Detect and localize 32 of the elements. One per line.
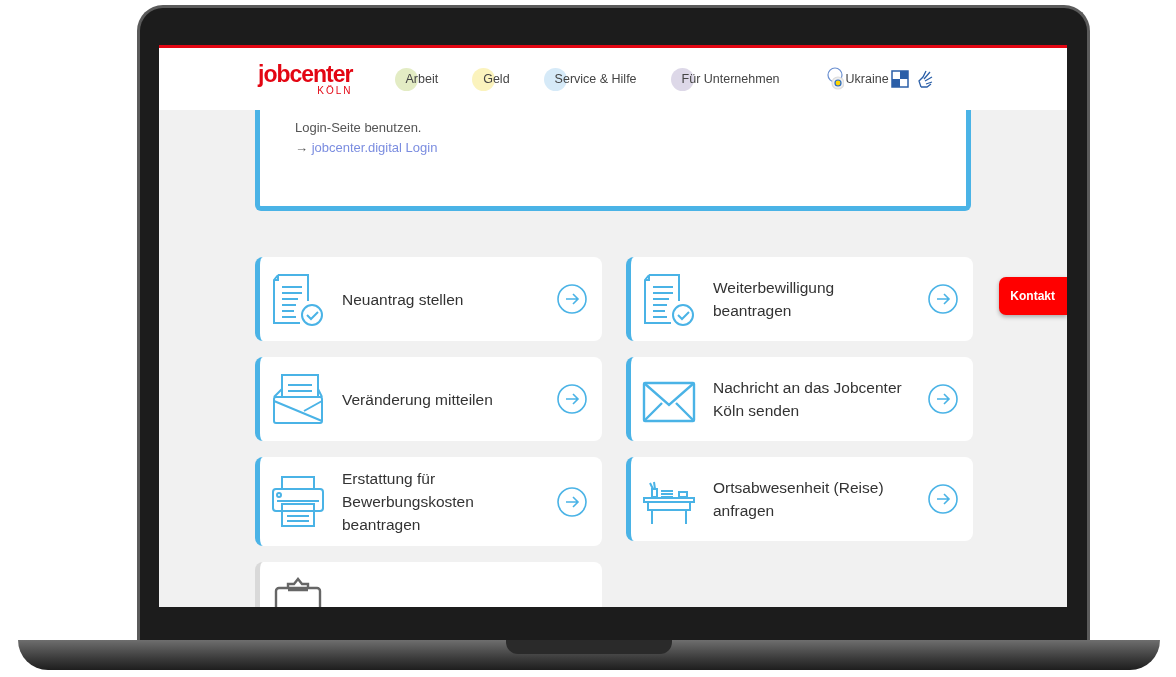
arrow-circle-icon[interactable] <box>557 384 587 414</box>
arrow-circle-icon[interactable] <box>928 484 958 514</box>
card-title: Nachricht an das Jobcenter Köln senden <box>713 378 903 421</box>
card-title: Erstattung für Bewerbungskosten beantragen <box>342 469 475 535</box>
easy-language-icon[interactable] <box>890 70 909 88</box>
card-title: Neuantrag stellen <box>342 289 464 310</box>
logo-city: KÖLN <box>317 84 353 96</box>
logo-wordmark[interactable]: jobcenter <box>258 62 353 85</box>
sign-language-icon[interactable] <box>916 69 935 89</box>
document-check-icon <box>641 271 697 327</box>
card-title: Ortsabwesenheit (Reise) anfragen <box>713 478 885 521</box>
service-card[interactable]: Veränderung mitteilen <box>255 357 602 441</box>
arrow-text: → <box>295 140 308 155</box>
card-title: Veränderung mitteilen <box>342 389 493 410</box>
contact-button[interactable]: Kontakt <box>999 277 1067 315</box>
service-card[interactable]: Ortsabwesenheit (Reise) anfragen <box>626 457 973 541</box>
info-text: Login-Seite benutzen. <box>295 119 423 137</box>
nav-link[interactable]: Für Unternehmen <box>670 68 780 90</box>
service-card[interactable]: Nachricht an das Jobcenter Köln senden <box>626 357 973 441</box>
service-card[interactable]: Neuantrag stellen <box>255 257 602 341</box>
card-title: Weiterbewilligung beantragen <box>713 278 836 321</box>
service-card[interactable]: Erstattung für Bewerbungskosten beantragen <box>255 457 602 546</box>
printer-icon <box>270 473 326 530</box>
arrow-circle-icon[interactable] <box>557 486 587 517</box>
nav-link[interactable]: Service & Hilfe <box>543 68 637 90</box>
arrow-circle-icon[interactable] <box>557 284 587 314</box>
language-link[interactable]: Ukraine <box>843 72 889 86</box>
service-card[interactable]: Weiterbewilligung beantragen <box>626 257 973 341</box>
arrow-circle-icon[interactable] <box>928 384 958 414</box>
arrow-circle-icon[interactable] <box>928 284 958 314</box>
envelope-letter-icon <box>270 371 326 427</box>
document-check-icon <box>270 271 326 327</box>
